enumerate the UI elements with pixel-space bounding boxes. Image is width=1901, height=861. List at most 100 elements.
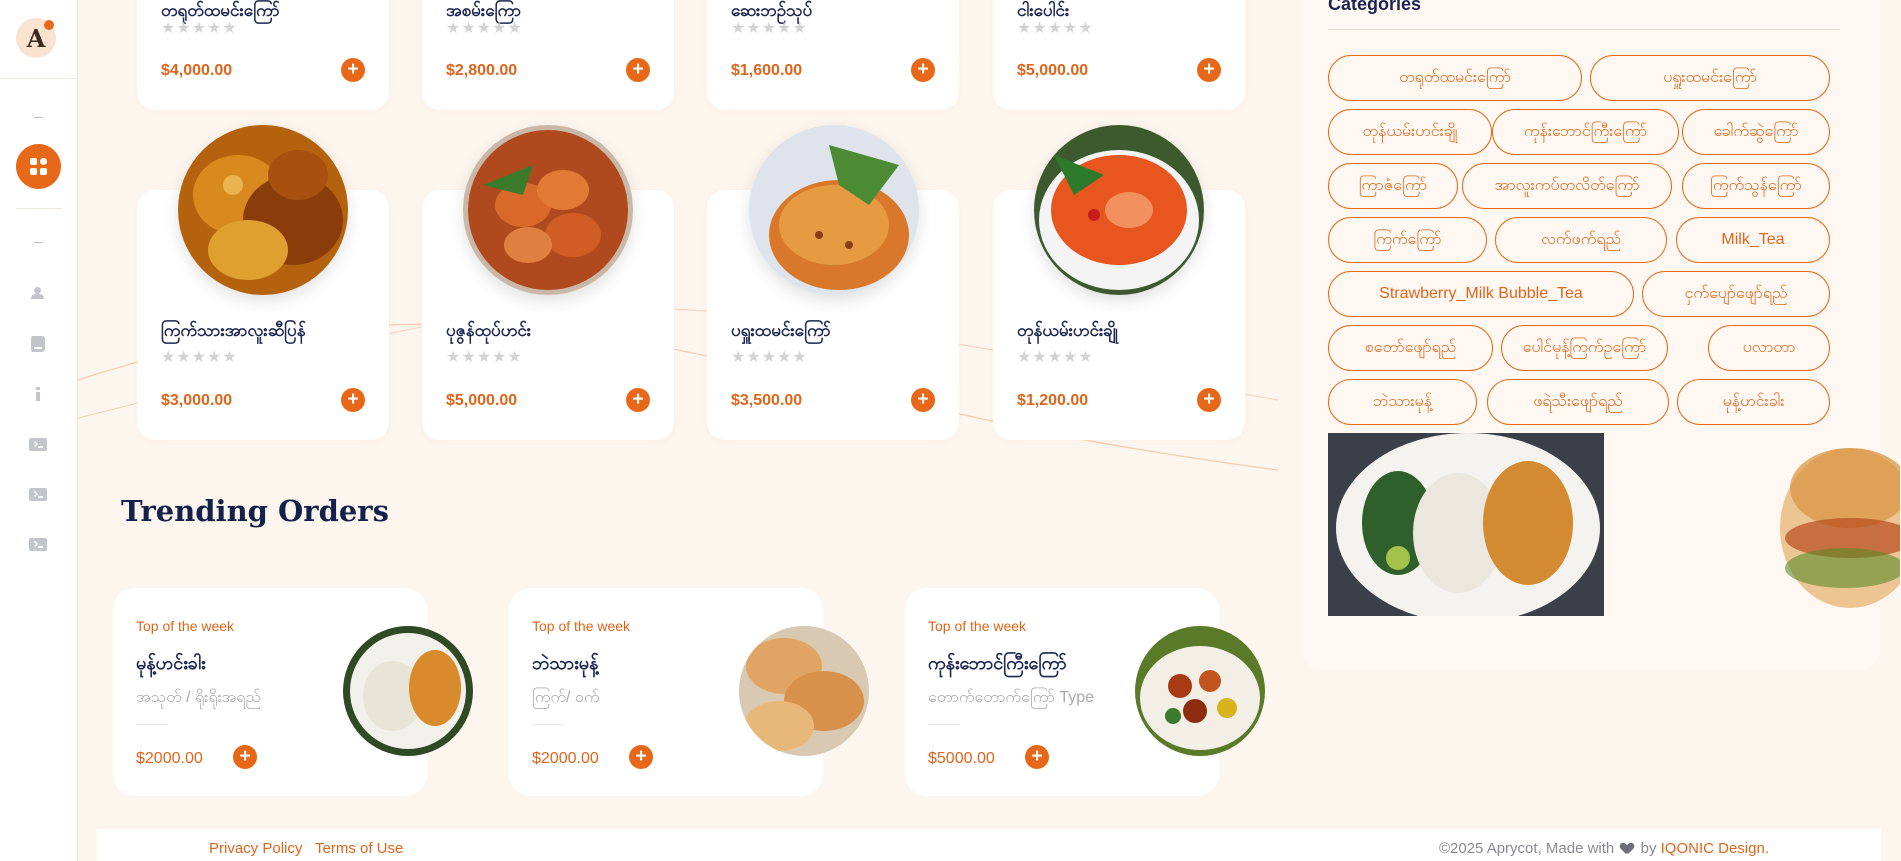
trending-subtitle: အသုတ် / ရိုးရိုးအရည် — [136, 689, 261, 706]
add-to-cart-button[interactable]: + — [341, 388, 365, 412]
category-pill[interactable]: ကြာဇံကြော် — [1328, 163, 1458, 209]
sidebar-item-terminal-1[interactable] — [29, 436, 47, 452]
burger-image — [1750, 428, 1900, 628]
sidebar-item-info[interactable] — [29, 386, 47, 402]
dish-image-mohinga — [343, 626, 473, 756]
terms-of-use-link[interactable]: Terms of Use — [315, 840, 403, 857]
dish-price: $3,500.00 — [731, 392, 803, 409]
promo-image — [1328, 433, 1604, 616]
category-pill[interactable]: ကြက်ကြော် — [1328, 217, 1487, 263]
trending-price: $5000.00 — [928, 750, 995, 767]
menu-card[interactable]: ငါးပေါင်း ★★★★★ $5,000.00 + — [993, 0, 1245, 110]
rating-stars: ★★★★★ — [1017, 349, 1094, 366]
trending-tag: Top of the week — [136, 618, 235, 634]
trending-name: ဘဲသားမုန့် — [532, 653, 599, 673]
brand-link[interactable]: IQONIC Design. — [1661, 840, 1769, 857]
dish-price: $1,600.00 — [731, 62, 803, 79]
trending-price: $2000.00 — [136, 750, 203, 767]
category-pill[interactable]: ကုန်းဘောင်ကြီးကြော် — [1492, 109, 1679, 155]
info-icon — [36, 387, 40, 401]
trending-subtitle: တောက်တောက်ကြော် Type — [928, 689, 1095, 706]
dish-price: $2,800.00 — [446, 62, 518, 79]
divider — [928, 724, 960, 725]
dish-name: ကြက်သားအာလူးဆီပြန် — [161, 321, 306, 340]
dashboard-icon — [30, 158, 47, 175]
app-logo[interactable]: A — [16, 18, 56, 58]
privacy-policy-link[interactable]: Privacy Policy — [209, 840, 302, 857]
menu-card[interactable]: တရုတ်ထမင်းကြော် ★★★★★ $4,000.00 + — [137, 0, 389, 110]
add-to-cart-button[interactable]: + — [626, 58, 650, 82]
category-pill[interactable]: စတော်ဖျော်ရည် — [1328, 325, 1493, 371]
dish-image-tom-yum — [1034, 125, 1204, 295]
dish-image-fried-rice — [749, 125, 919, 295]
add-to-cart-button[interactable]: + — [629, 745, 653, 769]
dish-name: ပုဇွန်ထုပ်ဟင်း — [446, 321, 532, 340]
section-title: Trending Orders — [121, 494, 389, 528]
dish-image-kung-pao — [1135, 626, 1265, 756]
sidebar-item-menu[interactable] — [29, 336, 47, 352]
category-pill[interactable]: ဘဲသားမုန့် — [1328, 379, 1477, 425]
rating-stars: ★★★★★ — [446, 349, 523, 366]
logo-dot — [44, 20, 54, 30]
trending-tag: Top of the week — [928, 618, 1027, 634]
sidebar-item-users[interactable] — [29, 285, 47, 301]
copyright-prefix: ©2025 Aprycot, Made with — [1438, 840, 1615, 857]
trending-card[interactable]: Top of the week ဘဲသားမုန့် ကြက်/ ဝက် $20… — [509, 588, 869, 796]
terminal-icon — [29, 487, 47, 501]
divider — [136, 724, 168, 725]
category-pill[interactable]: ခေါက်ဆွဲကြော် — [1682, 109, 1830, 155]
terminal-icon — [29, 537, 47, 551]
rating-stars: ★★★★★ — [446, 20, 523, 37]
menu-card[interactable]: အစမ်းကြော ★★★★★ $2,800.00 + — [422, 0, 674, 110]
footer: Privacy Policy Terms of Use ©2025 Apryco… — [97, 829, 1881, 861]
category-pill[interactable]: တုန်ယမ်းဟင်းချို — [1328, 109, 1492, 155]
dish-price: $4,000.00 — [161, 62, 233, 79]
sidebar-item-terminal-3[interactable] — [29, 536, 47, 552]
rating-stars: ★★★★★ — [731, 349, 808, 366]
menu-card[interactable]: ဆေးဘဉ်သုပ် ★★★★★ $1,600.00 + — [707, 0, 959, 110]
category-pill[interactable]: တရုတ်ထမင်းကြော် — [1328, 55, 1582, 101]
add-to-cart-button[interactable]: + — [911, 58, 935, 82]
divider — [532, 724, 564, 725]
copyright: ©2025 Aprycot, Made with by IQONIC Desig… — [1439, 840, 1769, 857]
category-pill[interactable]: ဖရဲသီးဖျော်ရည် — [1487, 379, 1669, 425]
category-pill[interactable]: ပရှူးထမင်းကြော် — [1590, 55, 1830, 101]
rating-stars: ★★★★★ — [161, 20, 238, 37]
category-pill[interactable]: ငှက်ပျော်ဖျော်ရည် — [1642, 271, 1830, 317]
trending-card[interactable]: Top of the week မုန့်ဟင်းခါး အသုတ် / ရို… — [113, 588, 473, 796]
category-pill[interactable]: ကြက်သွန်ကြော် — [1682, 163, 1830, 209]
sidebar-item-terminal-2[interactable] — [29, 486, 47, 502]
sidebar-divider — [0, 78, 78, 79]
add-to-cart-button[interactable]: + — [1197, 58, 1221, 82]
dish-price: $3,000.00 — [161, 392, 233, 409]
sidebar-divider — [16, 208, 62, 209]
add-to-cart-button[interactable]: + — [341, 58, 365, 82]
category-pill[interactable]: Milk_Tea — [1676, 217, 1830, 263]
trending-name: ကုန်းဘောင်ကြီးကြော် — [928, 653, 1067, 673]
dish-image-chicken-curry — [178, 125, 348, 295]
trending-tag: Top of the week — [532, 618, 631, 634]
dish-name: ပရှူးထမင်းကြော် — [731, 321, 831, 340]
trending-subtitle: ကြက်/ ဝက် — [532, 689, 600, 706]
dish-name: တုန်ယမ်းဟင်းချို — [1017, 321, 1118, 340]
category-pill[interactable]: Strawberry_Milk Bubble_Tea — [1328, 271, 1634, 317]
dish-price: $1,200.00 — [1017, 392, 1089, 409]
rating-stars: ★★★★★ — [1017, 20, 1094, 37]
add-to-cart-button[interactable]: + — [911, 388, 935, 412]
sidebar-item-dashboard[interactable] — [16, 144, 61, 189]
add-to-cart-button[interactable]: + — [1197, 388, 1221, 412]
add-to-cart-button[interactable]: + — [1025, 745, 1049, 769]
book-icon — [31, 336, 45, 352]
category-pill[interactable]: ပလာတာ — [1708, 325, 1830, 371]
category-pill[interactable]: ပေါင်မုန့်ကြက်ဥကြော် — [1501, 325, 1668, 371]
categories-heading: Categories — [1328, 0, 1422, 14]
rating-stars: ★★★★★ — [161, 349, 238, 366]
trending-card[interactable]: Top of the week ကုန်းဘောင်ကြီးကြော် တောက… — [905, 588, 1265, 796]
add-to-cart-button[interactable]: + — [233, 745, 257, 769]
category-pill[interactable]: မုန့်ဟင်းခါး — [1677, 379, 1830, 425]
category-pill[interactable]: လက်ဖက်ရည် — [1495, 217, 1667, 263]
add-to-cart-button[interactable]: + — [626, 388, 650, 412]
category-pill[interactable]: အာလူးကပ်တလိတ်ကြော် — [1462, 163, 1672, 209]
sidebar: A — [0, 0, 78, 861]
heart-icon — [1621, 843, 1633, 854]
